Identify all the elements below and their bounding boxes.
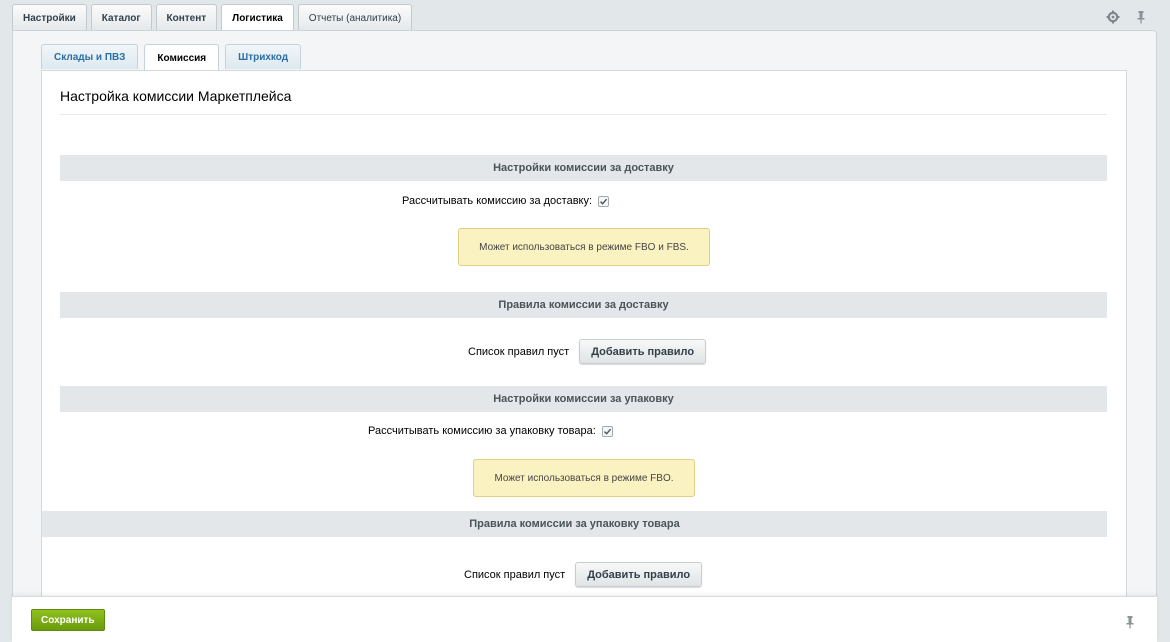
checkmark-icon (603, 428, 611, 435)
tab-content[interactable]: Контент (155, 4, 218, 31)
add-delivery-rule-button[interactable]: Добавить правило (579, 339, 707, 364)
packaging-commission-checkbox[interactable] (601, 425, 613, 437)
subtab-warehouses[interactable]: Склады и ПВЗ (41, 44, 139, 69)
top-toolbar (1106, 10, 1148, 24)
packaging-rules-empty-text: Список правил пуст (464, 568, 566, 581)
packaging-commission-label: Рассчитывать комиссию за упаковку товара… (368, 425, 596, 437)
delivery-commission-checkbox[interactable] (598, 195, 610, 207)
add-packaging-rule-button[interactable]: Добавить правило (575, 562, 703, 587)
packaging-rules-row: Список правил пуст Добавить правило (464, 562, 703, 587)
delivery-rules-row: Список правил пуст Добавить правило (468, 339, 707, 364)
packaging-mode-note: Может использоваться в режиме FBO. (473, 459, 695, 497)
delivery-commission-row: Рассчитывать комиссию за доставку: (402, 195, 610, 207)
delivery-commission-label: Рассчитывать комиссию за доставку: (402, 195, 593, 207)
section-header-delivery-rules: Правила комиссии за доставку (60, 292, 1107, 318)
delivery-rules-empty-text: Список правил пуст (468, 345, 570, 358)
gear-icon[interactable] (1106, 10, 1120, 24)
tab-logistics[interactable]: Логистика (221, 4, 294, 32)
top-tab-bar: Настройки Каталог Контент Логистика Отче… (12, 4, 413, 32)
section-header-delivery-settings: Настройки комиссии за доставку (60, 155, 1107, 181)
content-area: Настройка комиссии Маркетплейса Настройк… (41, 70, 1127, 611)
packaging-commission-row: Рассчитывать комиссию за упаковку товара… (368, 425, 613, 437)
footer-bar: Сохранить (12, 596, 1157, 642)
pin-icon[interactable] (1123, 615, 1137, 629)
subtab-barcode[interactable]: Штрихкод (225, 44, 302, 69)
sub-tab-bar: Склады и ПВЗ Комиссия Штрихкод (41, 44, 302, 71)
checkmark-icon (600, 198, 608, 205)
main-panel: Склады и ПВЗ Комиссия Штрихкод Настройка… (12, 30, 1157, 611)
delivery-mode-note: Может использоваться в режиме FBO и FBS. (458, 228, 710, 266)
page-title: Настройка комиссии Маркетплейса (60, 88, 1107, 115)
tab-reports[interactable]: Отчеты (аналитика) (297, 4, 413, 31)
tab-settings[interactable]: Настройки (12, 4, 87, 31)
section-header-packaging-rules: Правила комиссии за упаковку товара (42, 511, 1107, 537)
tab-catalog[interactable]: Каталог (90, 4, 152, 31)
section-header-packaging-settings: Настройки комиссии за упаковку (60, 386, 1107, 412)
pin-icon[interactable] (1134, 10, 1148, 24)
subtab-commission[interactable]: Комиссия (144, 44, 220, 71)
save-button[interactable]: Сохранить (31, 609, 105, 631)
